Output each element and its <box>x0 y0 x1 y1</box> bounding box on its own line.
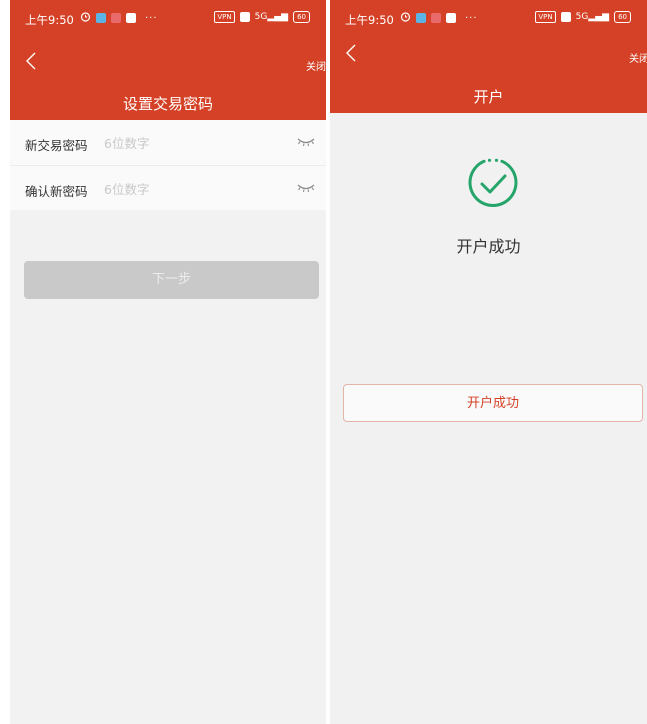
confirm-button[interactable]: 开户成功 <box>343 384 643 422</box>
success-message: 开户成功 <box>456 237 521 256</box>
new-password-row: 新交易密码 <box>10 120 326 165</box>
password-form: 新交易密码 确认新密码 <box>10 120 326 210</box>
back-arrow-icon <box>26 52 36 74</box>
hd-icon <box>560 12 571 22</box>
status-right: VPN 5G▂▄▆ 60 <box>535 11 631 23</box>
back-arrow-icon <box>346 44 356 66</box>
app-notification-icon <box>416 13 426 23</box>
signal-icon: 5G▂▄▆ <box>254 12 289 22</box>
phone-screen-set-password: 上午9:50 ··· VPN 5G▂▄▆ 60 关闭 设置交易密码 新交易密码 … <box>10 0 326 724</box>
confirm-password-label: 确认新密码 <box>25 184 88 199</box>
back-button[interactable] <box>342 44 360 66</box>
back-button[interactable] <box>22 52 40 74</box>
status-bar: 上午9:50 ··· VPN 5G▂▄▆ 60 <box>330 0 647 36</box>
page-title: 开户 <box>473 88 504 106</box>
alarm-clock-icon <box>80 11 91 25</box>
alarm-clock-icon <box>400 11 411 25</box>
next-step-button[interactable]: 下一步 <box>24 261 319 299</box>
more-notifications: ··· <box>465 12 478 24</box>
success-check-icon <box>465 155 521 211</box>
vpn-icon: VPN <box>214 11 235 23</box>
header-bar: 上午9:50 ··· VPN 5G▂▄▆ 60 关闭 设置交易密码 <box>10 0 326 120</box>
status-time: 上午9:50 <box>345 13 394 27</box>
confirm-password-input[interactable] <box>102 177 286 201</box>
hd-icon <box>239 12 250 22</box>
notification-icons: ··· <box>80 11 158 25</box>
close-link[interactable]: 关闭 <box>306 58 326 73</box>
app-notification-icon <box>431 13 441 23</box>
header-bar: 上午9:50 ··· VPN 5G▂▄▆ 60 关闭 开户 <box>330 0 647 113</box>
battery-icon: 60 <box>293 11 310 23</box>
new-password-input[interactable] <box>102 131 286 155</box>
status-bar: 上午9:50 ··· VPN 5G▂▄▆ 60 <box>10 0 326 36</box>
battery-icon: 60 <box>614 11 631 23</box>
close-link[interactable]: 关闭 <box>629 50 647 65</box>
new-password-label: 新交易密码 <box>25 138 88 153</box>
phone-screen-account-opened: 上午9:50 ··· VPN 5G▂▄▆ 60 关闭 开户 开户成功 开户成功 <box>330 0 647 724</box>
app-notification-icon <box>96 13 106 23</box>
signal-icon: 5G▂▄▆ <box>575 12 610 22</box>
confirm-password-row: 确认新密码 <box>10 165 326 211</box>
vpn-icon: VPN <box>535 11 556 23</box>
page-title: 设置交易密码 <box>122 95 213 113</box>
status-right: VPN 5G▂▄▆ 60 <box>214 11 310 23</box>
eye-closed-icon[interactable] <box>296 180 316 194</box>
eye-closed-icon[interactable] <box>296 134 316 148</box>
app-notification-icon <box>446 13 456 23</box>
app-notification-icon <box>111 13 121 23</box>
app-notification-icon <box>126 13 136 23</box>
more-notifications: ··· <box>145 12 158 24</box>
status-time: 上午9:50 <box>25 13 74 27</box>
notification-icons: ··· <box>400 11 478 25</box>
